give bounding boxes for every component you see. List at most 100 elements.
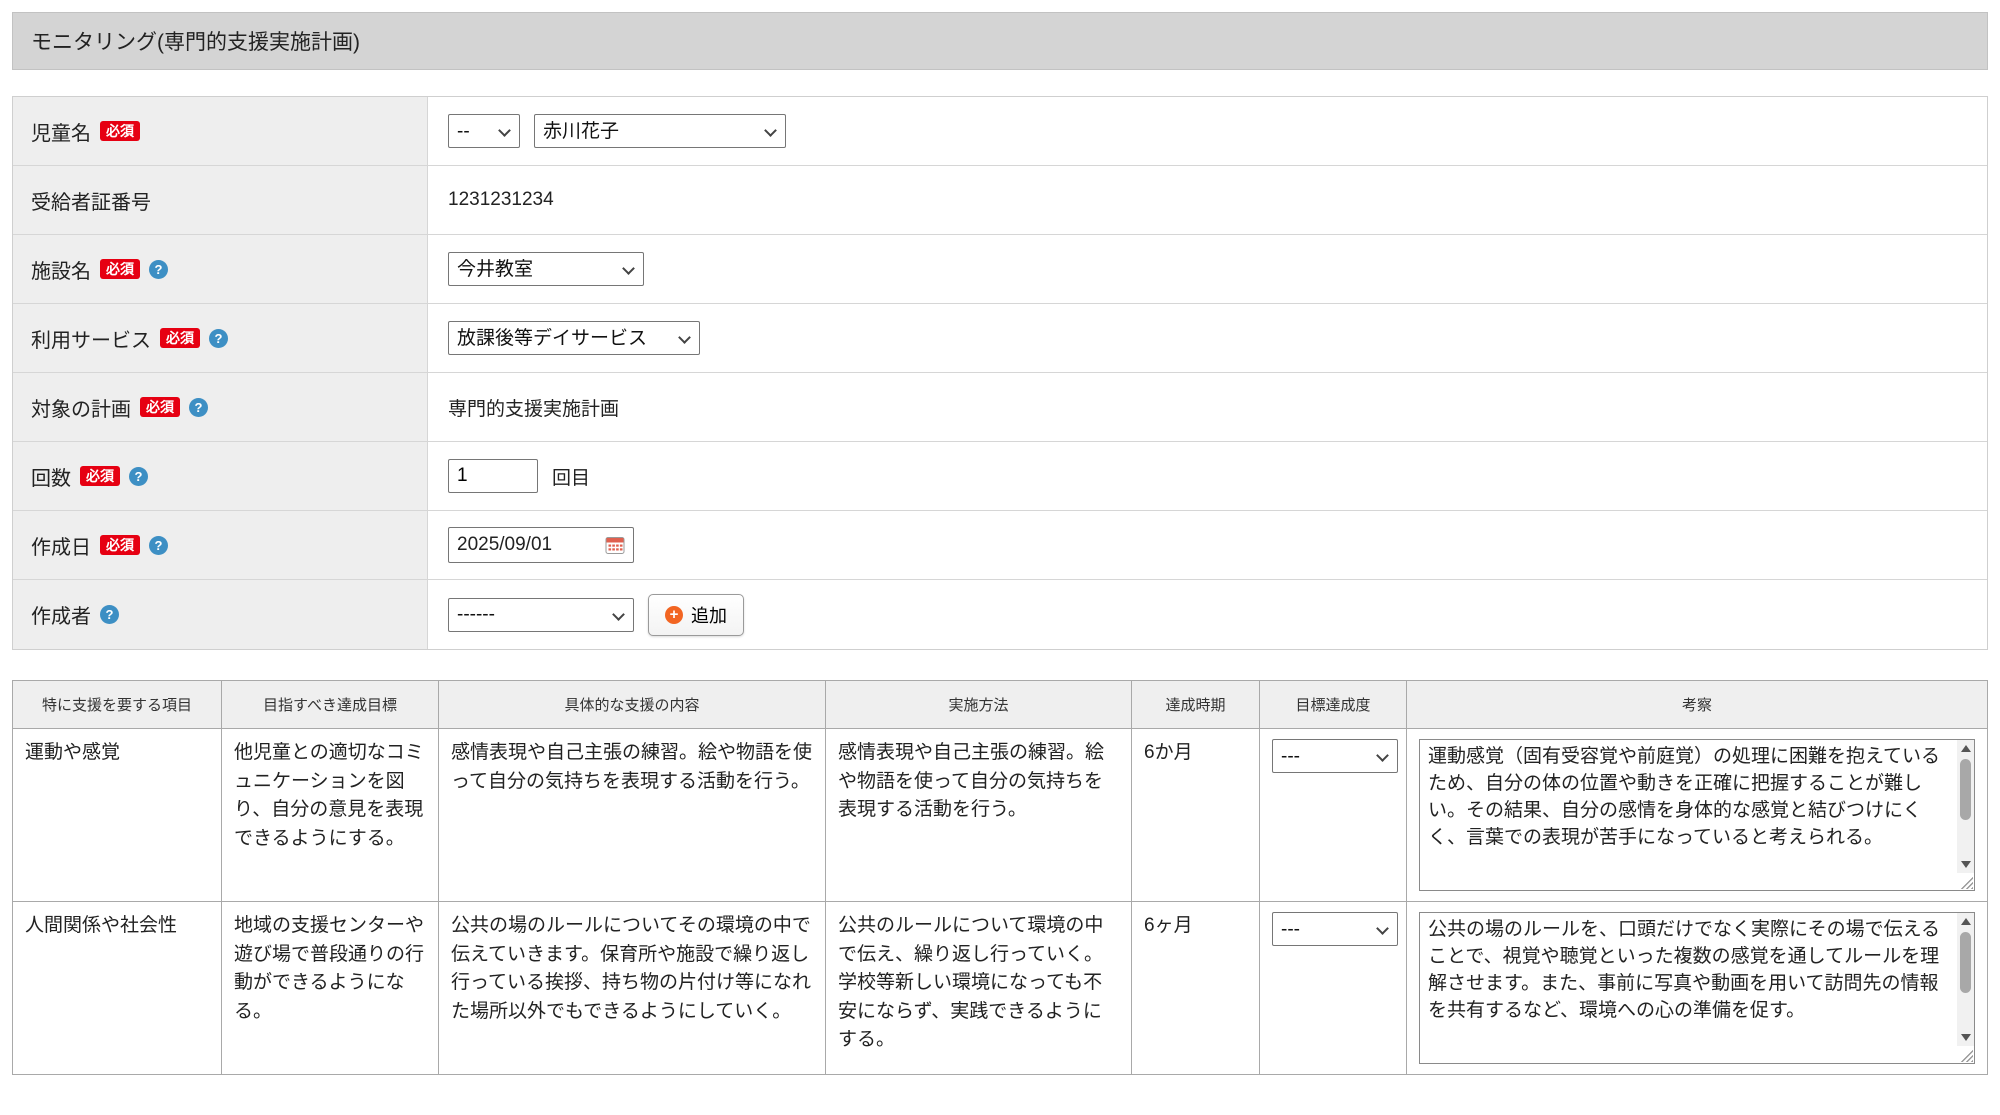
child-name-label-cell: 児童名 必須 — [13, 97, 428, 165]
scrollbar[interactable] — [1957, 913, 1974, 1046]
achievement-select[interactable]: --- — [1273, 740, 1397, 772]
achievement-select[interactable]: --- — [1273, 913, 1397, 945]
scrollbar-track[interactable] — [1957, 930, 1974, 1029]
created-date-input[interactable]: 2025/09/01 — [448, 527, 634, 563]
monitoring-form: 児童名 必須 -- 赤川花子 受給者証番号 1231231234 — [12, 96, 1988, 650]
cell-goal: 他児童との適切なコミュニケーションを図り、自分の意見を表現できるようにする。 — [222, 729, 439, 902]
creator-label: 作成者 — [31, 600, 91, 629]
child-number-select-wrap: -- — [448, 114, 520, 148]
help-icon[interactable]: ? — [189, 398, 208, 417]
service-select[interactable]: 放課後等デイサービス — [449, 322, 699, 354]
consideration-textarea[interactable]: 公共の場のルールを、口頭だけでなく実際にその場で伝えることで、視覚や聴覚といった… — [1419, 912, 1975, 1064]
cell-method: 公共のルールについて環境の中で伝え、繰り返し行っていく。学校等新しい環境になって… — [826, 902, 1132, 1075]
target-plan-value-cell: 専門的支援実施計画 — [428, 373, 1987, 441]
header-period: 達成時期 — [1132, 681, 1260, 729]
count-suffix: 回目 — [552, 463, 590, 490]
created-date-value: 2025/09/01 — [457, 534, 552, 556]
header-support-item: 特に支援を要する項目 — [13, 681, 222, 729]
cell-support-item: 人間関係や社会性 — [13, 902, 222, 1075]
help-icon[interactable]: ? — [129, 467, 148, 486]
arrow-down-icon — [1961, 861, 1971, 868]
count-label: 回数 — [31, 462, 71, 491]
scroll-up-button[interactable] — [1957, 740, 1974, 757]
form-row-service: 利用サービス 必須 ? 放課後等デイサービス — [13, 304, 1987, 373]
form-row-creator: 作成者 ? ------ + 追加 — [13, 580, 1987, 649]
count-label-cell: 回数 必須 ? — [13, 442, 428, 510]
form-row-child-name: 児童名 必須 -- 赤川花子 — [13, 97, 1987, 166]
created-date-label-cell: 作成日 必須 ? — [13, 511, 428, 579]
help-icon[interactable]: ? — [100, 605, 119, 624]
arrow-down-icon — [1961, 1034, 1971, 1041]
table-row: 運動や感覚 他児童との適切なコミュニケーションを図り、自分の意見を表現できるよう… — [13, 729, 1988, 902]
cell-support-content: 公共の場のルールについてその環境の中で伝えていきます。保育所や施設で繰り返し行っ… — [439, 902, 826, 1075]
facility-value-cell: 今井教室 — [428, 235, 1987, 303]
child-number-select[interactable]: -- — [449, 115, 519, 147]
scroll-up-button[interactable] — [1957, 913, 1974, 930]
add-creator-label: 追加 — [691, 602, 727, 628]
help-icon[interactable]: ? — [149, 536, 168, 555]
scrollbar-thumb[interactable] — [1960, 759, 1971, 820]
form-row-target-plan: 対象の計画 必須 ? 専門的支援実施計画 — [13, 373, 1987, 442]
cert-number-label-cell: 受給者証番号 — [13, 166, 428, 234]
count-input[interactable] — [448, 459, 538, 493]
facility-select-wrap: 今井教室 — [448, 252, 644, 286]
required-badge: 必須 — [140, 397, 180, 417]
support-plan-table: 特に支援を要する項目 目指すべき達成目標 具体的な支援の内容 実施方法 達成時期… — [12, 680, 1988, 1075]
header-method: 実施方法 — [826, 681, 1132, 729]
help-icon[interactable]: ? — [209, 329, 228, 348]
scroll-down-button[interactable] — [1957, 1029, 1974, 1046]
cell-support-content: 感情表現や自己主張の練習。絵や物語を使って自分の気持ちを表現する活動を行う。 — [439, 729, 826, 902]
facility-select[interactable]: 今井教室 — [449, 253, 643, 285]
required-badge: 必須 — [80, 466, 120, 486]
created-date-value-cell: 2025/09/01 — [428, 511, 1987, 579]
cert-number-label: 受給者証番号 — [31, 186, 151, 215]
required-badge: 必須 — [100, 535, 140, 555]
cert-number-value: 1231231234 — [448, 189, 554, 211]
add-creator-button[interactable]: + 追加 — [648, 594, 744, 636]
target-plan-label: 対象の計画 — [31, 393, 131, 422]
cell-method: 感情表現や自己主張の練習。絵や物語を使って自分の気持ちを表現する活動を行う。 — [826, 729, 1132, 902]
creator-select-wrap: ------ — [448, 598, 634, 632]
target-plan-value: 専門的支援実施計画 — [448, 394, 619, 421]
required-badge: 必須 — [100, 121, 140, 141]
scrollbar-thumb[interactable] — [1960, 932, 1971, 993]
arrow-up-icon — [1961, 918, 1971, 925]
consideration-textarea[interactable]: 運動感覚（固有受容覚や前庭覚）の処理に困難を抱えているため、自分の体の位置や動き… — [1419, 739, 1975, 891]
creator-value-cell: ------ + 追加 — [428, 580, 1987, 649]
cell-consideration: 公共の場のルールを、口頭だけでなく実際にその場で伝えることで、視覚や聴覚といった… — [1407, 902, 1988, 1075]
cell-consideration: 運動感覚（固有受容覚や前庭覚）の処理に困難を抱えているため、自分の体の位置や動き… — [1407, 729, 1988, 902]
facility-label-cell: 施設名 必須 ? — [13, 235, 428, 303]
form-row-cert-number: 受給者証番号 1231231234 — [13, 166, 1987, 235]
consideration-text: 公共の場のルールを、口頭だけでなく実際にその場で伝えることで、視覚や聴覚といった… — [1428, 917, 1950, 1059]
header-support-content: 具体的な支援の内容 — [439, 681, 826, 729]
consideration-text: 運動感覚（固有受容覚や前庭覚）の処理に困難を抱えているため、自分の体の位置や動き… — [1428, 744, 1950, 886]
scrollbar[interactable] — [1957, 740, 1974, 873]
help-icon[interactable]: ? — [149, 260, 168, 279]
achievement-select-wrap: --- — [1272, 912, 1398, 946]
cell-period: 6か月 — [1132, 729, 1260, 902]
child-name-select[interactable]: 赤川花子 — [535, 115, 785, 147]
created-date-label: 作成日 — [31, 531, 91, 560]
resize-grip-icon[interactable] — [1958, 874, 1973, 889]
form-row-created-date: 作成日 必須 ? 2025/09/01 — [13, 511, 1987, 580]
creator-label-cell: 作成者 ? — [13, 580, 428, 649]
service-select-wrap: 放課後等デイサービス — [448, 321, 700, 355]
cell-achievement: --- — [1260, 729, 1407, 902]
arrow-up-icon — [1961, 745, 1971, 752]
required-badge: 必須 — [100, 259, 140, 279]
header-consideration: 考察 — [1407, 681, 1988, 729]
resize-grip-icon[interactable] — [1958, 1047, 1973, 1062]
table-row: 人間関係や社会性 地域の支援センターや遊び場で普段通りの行動ができるようになる。… — [13, 902, 1988, 1075]
creator-select[interactable]: ------ — [449, 599, 633, 631]
header-goal: 目指すべき達成目標 — [222, 681, 439, 729]
plus-icon: + — [665, 606, 683, 624]
target-plan-label-cell: 対象の計画 必須 ? — [13, 373, 428, 441]
scroll-down-button[interactable] — [1957, 856, 1974, 873]
cell-support-item: 運動や感覚 — [13, 729, 222, 902]
calendar-icon[interactable] — [605, 535, 625, 555]
scrollbar-track[interactable] — [1957, 757, 1974, 856]
child-name-select-wrap: 赤川花子 — [534, 114, 786, 148]
count-value-cell: 回目 — [428, 442, 1987, 510]
child-name-value-cell: -- 赤川花子 — [428, 97, 1987, 165]
form-row-count: 回数 必須 ? 回目 — [13, 442, 1987, 511]
